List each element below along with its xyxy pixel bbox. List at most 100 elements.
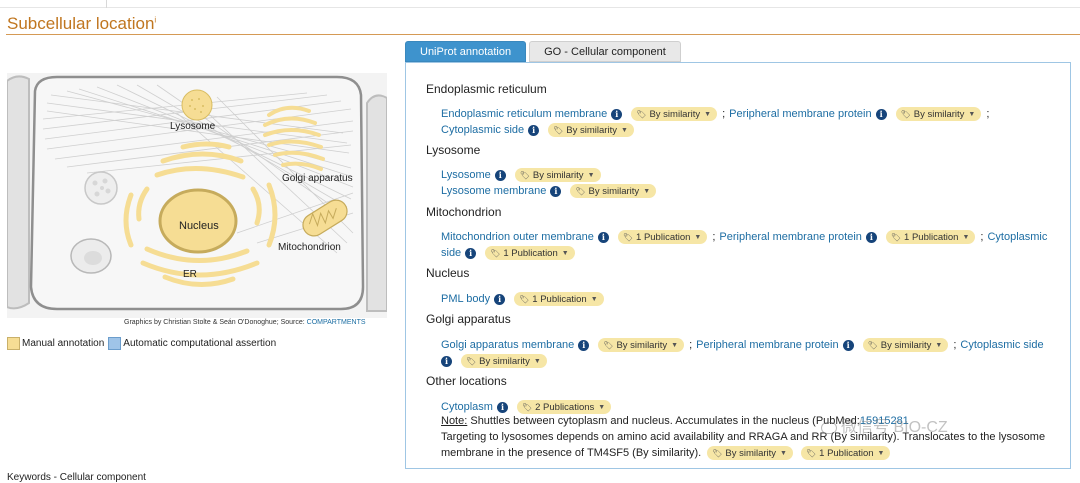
info-icon[interactable]: i [496, 401, 508, 413]
location-cytoplasmic-side-part2[interactable]: side [441, 247, 461, 259]
evidence-pill[interactable]: 🏷 2 Publications ▼ [516, 400, 612, 414]
tag-icon: 🏷 [553, 125, 564, 135]
location-lysosome-membrane[interactable]: Lysosome membrane [441, 185, 546, 197]
info-icon[interactable]: i [611, 108, 623, 120]
tab-uniprot-annotation[interactable]: UniProt annotation [405, 41, 527, 62]
tab-go-cellular-component[interactable]: GO - Cellular component [529, 41, 681, 62]
tag-icon: 🏷 [867, 340, 878, 350]
evidence-pill[interactable]: 🏷 By similarity ▼ [570, 184, 657, 198]
evidence-pill[interactable]: 🏷 By similarity ▼ [514, 168, 601, 182]
caret-down-icon: ▼ [962, 233, 970, 241]
evidence-pill[interactable]: 🏷 By similarity ▼ [461, 354, 547, 368]
caret-down-icon: ▼ [877, 449, 885, 457]
tag-icon: 🏷 [636, 109, 647, 119]
tag-icon: 🏷 [622, 232, 634, 242]
cell-svg: Lysosome Golgi apparatus Nucleus Mitocho… [7, 73, 387, 318]
tag-icon: 🏷 [805, 448, 817, 458]
tag-icon: 🏷 [490, 248, 501, 258]
evidence-pill[interactable]: 🏷 1 Publication ▼ [617, 230, 708, 244]
section-title: Subcellular locationi [7, 14, 157, 33]
caret-down-icon: ▼ [620, 126, 628, 134]
location-cytoplasmic-side-part1[interactable]: Cytoplasmic [987, 231, 1047, 243]
info-icon[interactable]: i [875, 108, 887, 120]
location-mito-outer-membrane[interactable]: Mitochondrion outer membrane [441, 231, 594, 243]
info-icon[interactable]: i [465, 247, 477, 259]
caret-down-icon: ▼ [780, 449, 787, 457]
evidence-pill[interactable]: 🏷 By similarity ▼ [598, 338, 685, 352]
legend-manual-swatch [7, 337, 20, 350]
caret-down-icon: ▼ [968, 110, 976, 118]
nucleus-line-1: PML body i 🏷 1 Publication ▼ [441, 292, 608, 306]
tag-icon: 🏷 [521, 402, 533, 412]
evidence-pill[interactable]: 🏷 1 Publication ▼ [485, 246, 575, 260]
caret-down-icon: ▼ [671, 341, 679, 349]
location-cytoplasm[interactable]: Cytoplasm [441, 401, 493, 413]
top-bar-divider [106, 0, 107, 8]
location-peripheral-membrane-protein[interactable]: Peripheral membrane protein [696, 339, 838, 351]
info-icon[interactable]: i [597, 231, 609, 243]
location-er-membrane[interactable]: Endoplasmic reticulum membrane [441, 108, 607, 120]
lysosome-line-1: Lysosome i 🏷 By similarity ▼ [441, 168, 605, 182]
label-golgi: Golgi apparatus [282, 173, 353, 184]
caret-down-icon: ▼ [598, 403, 606, 411]
evidence-pill[interactable]: 🏷 By similarity ▼ [631, 107, 718, 121]
caret-down-icon: ▼ [643, 187, 651, 195]
label-nucleus: Nucleus [179, 220, 219, 232]
evidence-pill[interactable]: 🏷 By similarity ▼ [548, 123, 634, 137]
mito-line-2: side i 🏷 1 Publication ▼ [441, 246, 579, 260]
location-peripheral-membrane-protein[interactable]: Peripheral membrane protein [729, 108, 871, 120]
other-line-1: Cytoplasm i 🏷 2 Publications ▼ [441, 400, 615, 414]
evidence-pill[interactable]: 🏷 1 Publication ▼ [514, 292, 604, 306]
location-peripheral-membrane-protein[interactable]: Peripheral membrane protein [719, 231, 861, 243]
golgi-line-2: i 🏷 By similarity ▼ [441, 354, 551, 368]
evidence-pill[interactable]: 🏷 By similarity ▼ [895, 107, 982, 121]
cell-illustration: Lysosome Golgi apparatus Nucleus Mitocho… [7, 73, 387, 318]
caret-down-icon: ▼ [561, 249, 569, 257]
info-icon[interactable]: i [550, 185, 562, 197]
legend: Manual annotation Automatic computationa… [7, 337, 276, 350]
info-icon[interactable]: i [494, 169, 506, 181]
caret-down-icon: ▼ [533, 357, 541, 365]
note-label: Note: [441, 415, 468, 427]
tag-icon: 🏷 [890, 232, 902, 242]
tab-bar: UniProt annotation GO - Cellular compone… [405, 41, 681, 62]
label-lysosome: Lysosome [170, 121, 216, 132]
label-er: ER [183, 269, 197, 280]
mito-line-1: Mitochondrion outer membrane i 🏷 1 Public… [441, 230, 1048, 244]
info-icon[interactable]: i [494, 293, 506, 305]
er-line-2: Cytoplasmic side i 🏷 By similarity ▼ [441, 123, 638, 137]
evidence-pill[interactable]: 🏷 1 Publication ▼ [800, 446, 891, 460]
section-mitochondrion: Mitochondrion [426, 205, 502, 219]
info-icon[interactable]: i [441, 355, 452, 367]
legend-automatic-swatch [108, 337, 122, 350]
tag-icon: 🏷 [519, 170, 530, 180]
note-line-3: membrane in the presence of TM4SF5 (By s… [441, 446, 894, 460]
location-lysosome[interactable]: Lysosome [441, 169, 491, 181]
info-icon[interactable]: i [842, 339, 854, 351]
evidence-pill[interactable]: 🏷 1 Publication ▼ [885, 230, 976, 244]
legend-manual-label: Manual annotation [22, 338, 105, 349]
info-icon[interactable]: i [528, 124, 540, 136]
pubmed-link[interactable]: 15915281 [860, 415, 909, 427]
location-pml-body[interactable]: PML body [441, 293, 490, 305]
tag-icon: 🏷 [519, 294, 530, 304]
info-icon[interactable]: i [578, 339, 590, 351]
compartments-link[interactable]: COMPARTMENTS [307, 319, 366, 326]
evidence-pill[interactable]: 🏷 By similarity ▼ [707, 446, 793, 460]
title-marker: i [154, 15, 157, 25]
section-golgi: Golgi apparatus [426, 312, 511, 326]
label-mitochondrion: Mitochondrion [278, 242, 341, 253]
location-cytoplasmic-side[interactable]: Cytoplasmic side [960, 339, 1043, 351]
tag-icon: 🏷 [712, 448, 723, 458]
evidence-pill[interactable]: 🏷 By similarity ▼ [862, 338, 949, 352]
tag-icon: 🏷 [900, 109, 911, 119]
note-line-2: Targeting to lysosomes depends on amino … [441, 431, 1046, 443]
caret-down-icon: ▼ [587, 171, 595, 179]
golgi-line-1: Golgi apparatus membrane i 🏷 By similarit… [441, 338, 1044, 352]
location-cytoplasmic-side[interactable]: Cytoplasmic side [441, 124, 524, 136]
location-golgi-membrane[interactable]: Golgi apparatus membrane [441, 339, 574, 351]
info-icon[interactable]: i [865, 231, 877, 243]
caret-down-icon: ▼ [704, 110, 712, 118]
note-line-1: Note: Shuttles between cytoplasm and nuc… [441, 415, 909, 427]
caret-down-icon: ▼ [590, 295, 598, 303]
